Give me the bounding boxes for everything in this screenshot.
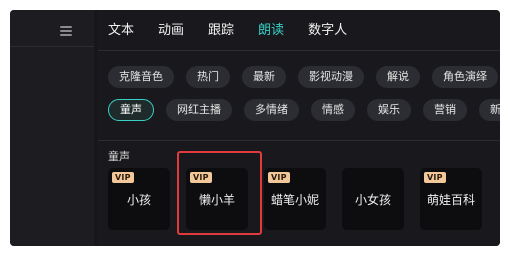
category-chip[interactable]: 多情绪 <box>244 99 299 121</box>
voice-card[interactable]: VIP 懒小羊 <box>186 168 248 230</box>
tab-read-aloud[interactable]: 朗读 <box>258 21 284 41</box>
app-window: 文本 动画 跟踪 朗读 数字人 克隆音色 热门 最新 影视动漫 解说 角色演绎 … <box>10 10 500 246</box>
rail-divider <box>10 46 94 47</box>
voice-name: 蜡笔小妮 <box>270 193 319 207</box>
section-title: 童声 <box>108 150 130 163</box>
voice-card[interactable]: VIP 小孩 <box>108 168 170 230</box>
voice-name: 小女孩 <box>354 193 391 207</box>
voice-name: 萌娃百科 <box>426 193 475 207</box>
tab-tracking[interactable]: 跟踪 <box>208 21 234 41</box>
category-chip[interactable]: 最新 <box>242 66 286 88</box>
voice-card[interactable]: 小女孩 <box>342 168 404 230</box>
section-divider <box>98 140 500 141</box>
category-chip[interactable]: 娱乐 <box>367 99 411 121</box>
voice-card-list: VIP 小孩 VIP 懒小羊 VIP 蜡笔小妮 小女孩 VIP 萌娃百科 <box>108 168 498 230</box>
category-chip[interactable]: 影视动漫 <box>298 66 364 88</box>
vip-badge: VIP <box>190 172 212 183</box>
tabs-divider <box>98 50 500 51</box>
vip-badge: VIP <box>112 172 134 183</box>
category-chip[interactable]: 情感 <box>311 99 355 121</box>
category-chip[interactable]: 营销 <box>423 99 467 121</box>
category-chip[interactable]: 新 <box>479 99 500 121</box>
category-row-2: 童声 网红主播 多情绪 情感 娱乐 营销 新 <box>108 99 500 121</box>
voice-card[interactable]: VIP 蜡笔小妮 <box>264 168 326 230</box>
tab-digital-human[interactable]: 数字人 <box>308 21 347 41</box>
vip-badge: VIP <box>424 172 446 183</box>
voice-card[interactable]: VIP 萌娃百科 <box>420 168 482 230</box>
main-panel: 文本 动画 跟踪 朗读 数字人 克隆音色 热门 最新 影视动漫 解说 角色演绎 … <box>98 10 500 246</box>
category-chip[interactable]: 角色演绎 <box>432 66 498 88</box>
category-row-1: 克隆音色 热门 最新 影视动漫 解说 角色演绎 <box>108 66 500 88</box>
hamburger-menu-icon[interactable] <box>60 25 72 37</box>
tab-text[interactable]: 文本 <box>108 21 134 41</box>
category-chip[interactable]: 解说 <box>376 66 420 88</box>
vip-badge: VIP <box>268 172 290 183</box>
category-chip[interactable]: 热门 <box>186 66 230 88</box>
category-chip[interactable]: 克隆音色 <box>108 66 174 88</box>
category-chip-active[interactable]: 童声 <box>108 99 154 121</box>
voice-name: 懒小羊 <box>198 193 235 207</box>
left-rail <box>10 10 94 246</box>
tab-animation[interactable]: 动画 <box>158 21 184 41</box>
top-tabs: 文本 动画 跟踪 朗读 数字人 <box>108 21 371 41</box>
category-chip[interactable]: 网红主播 <box>166 99 232 121</box>
voice-name: 小孩 <box>126 193 151 207</box>
